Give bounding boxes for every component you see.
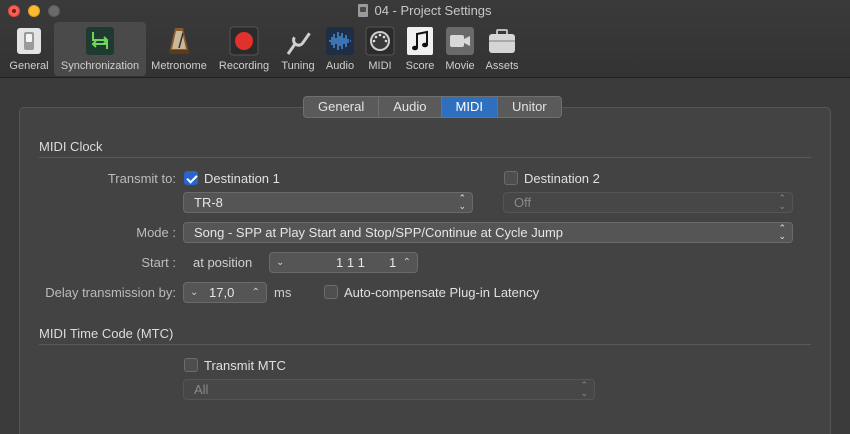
toolbar-audio[interactable]: Audio (322, 22, 358, 76)
chevron-down-icon[interactable]: ⌄ (276, 253, 284, 272)
camera-icon (446, 27, 474, 55)
mode-value: Song - SPP at Play Start and Stop/SPP/Co… (194, 225, 564, 240)
toolbar-synchronization[interactable]: Synchronization (54, 22, 146, 76)
briefcase-icon (489, 29, 515, 53)
delay-transmission-label: Delay transmission by: (45, 285, 176, 300)
start-at-position-text: at position (193, 255, 253, 270)
music-note-icon (407, 27, 433, 55)
mtc-port-value: All (194, 382, 209, 397)
mode-label: Mode : (136, 225, 176, 240)
transmit-mtc-label: Transmit MTC (204, 358, 286, 373)
destination-1-port-popup[interactable]: TR-8 ⌃ ⌄ (183, 192, 473, 213)
toolbar-label: Score (405, 60, 435, 72)
destination-2-label: Destination 2 (524, 171, 600, 186)
toolbar-score[interactable]: Score (402, 22, 438, 76)
auto-compensate-label: Auto-compensate Plug-in Latency (344, 285, 540, 300)
toolbar-label: Audio (325, 60, 355, 72)
start-position-tick: 1 (389, 255, 397, 270)
chevron-up-icon[interactable]: ⌃ (252, 283, 260, 302)
tab-unitor[interactable]: Unitor (498, 97, 561, 117)
midi-port-icon (365, 26, 395, 56)
transmit-mtc-checkbox[interactable] (184, 358, 198, 372)
section-divider (39, 157, 811, 158)
toolbar-label: Recording (218, 60, 270, 72)
toolbar-label: Movie (445, 60, 475, 72)
tab-general[interactable]: General (304, 97, 380, 117)
start-label: Start : (141, 255, 176, 270)
tab-audio[interactable]: Audio (379, 97, 442, 117)
updown-chevron-icon: ⌃ ⌄ (580, 380, 588, 398)
sync-arrows-icon (86, 27, 114, 55)
record-icon (229, 26, 259, 56)
updown-chevron-icon: ⌃ ⌄ (458, 193, 466, 211)
title-bar: 04 - Project Settings General Synchroniz… (0, 0, 850, 78)
mtc-section-title: MIDI Time Code (MTC) (39, 326, 174, 341)
chevron-up-icon[interactable]: ⌃ (403, 253, 411, 272)
auto-compensate-checkbox[interactable] (324, 285, 338, 299)
toolbar-label: Metronome (151, 60, 207, 72)
window-title: 04 - Project Settings (0, 3, 850, 18)
tab-midi[interactable]: MIDI (441, 97, 498, 117)
midi-clock-section-title: MIDI Clock (39, 139, 103, 154)
delay-stepper[interactable]: ⌄ 17,0 ⌃ (183, 282, 267, 303)
delay-unit: ms (274, 285, 292, 300)
document-icon (358, 4, 369, 17)
tuning-fork-icon (286, 32, 311, 55)
destination-2-port-popup[interactable]: Off ⌃ ⌄ (503, 192, 793, 213)
toolbar-assets[interactable]: Assets (482, 22, 522, 76)
mode-popup[interactable]: Song - SPP at Play Start and Stop/SPP/Co… (183, 222, 793, 243)
chevron-down-icon[interactable]: ⌄ (190, 283, 198, 302)
transmit-to-label: Transmit to: (107, 171, 176, 186)
toolbar-label: Assets (485, 60, 519, 72)
toolbar-general[interactable]: General (4, 22, 54, 76)
toolbar-label: Tuning (281, 60, 315, 72)
toolbar-label: MIDI (368, 60, 392, 72)
toolbar-recording[interactable]: Recording (215, 22, 273, 76)
delay-value: 17,0 (209, 285, 235, 300)
destination-1-label: Destination 1 (204, 171, 280, 186)
updown-chevron-icon: ⌃ ⌄ (778, 193, 786, 211)
metronome-icon (169, 28, 189, 54)
toolbar-tuning[interactable]: Tuning (277, 22, 319, 76)
start-position-stepper[interactable]: ⌄ 1 1 1 1 ⌃ (269, 252, 418, 273)
switch-icon (17, 28, 41, 54)
start-position-value: 1 1 1 (336, 255, 365, 270)
window-title-text: 04 - Project Settings (374, 3, 492, 18)
section-divider (39, 344, 811, 345)
destination-2-checkbox[interactable] (504, 171, 518, 185)
updown-chevron-icon: ⌃ ⌄ (778, 223, 786, 241)
toolbar-label: General (9, 60, 49, 72)
toolbar-midi[interactable]: MIDI (363, 22, 397, 76)
waveform-icon (326, 27, 354, 55)
toolbar-metronome[interactable]: Metronome (148, 22, 210, 76)
mtc-port-popup[interactable]: All ⌃ ⌄ (183, 379, 595, 400)
toolbar-movie[interactable]: Movie (441, 22, 479, 76)
destination-2-port-value: Off (514, 195, 532, 210)
destination-1-port-value: TR-8 (194, 195, 223, 210)
tab-bar: General Audio MIDI Unitor (303, 96, 562, 118)
toolbar-label: Synchronization (60, 60, 140, 72)
destination-1-checkbox[interactable] (184, 171, 198, 185)
